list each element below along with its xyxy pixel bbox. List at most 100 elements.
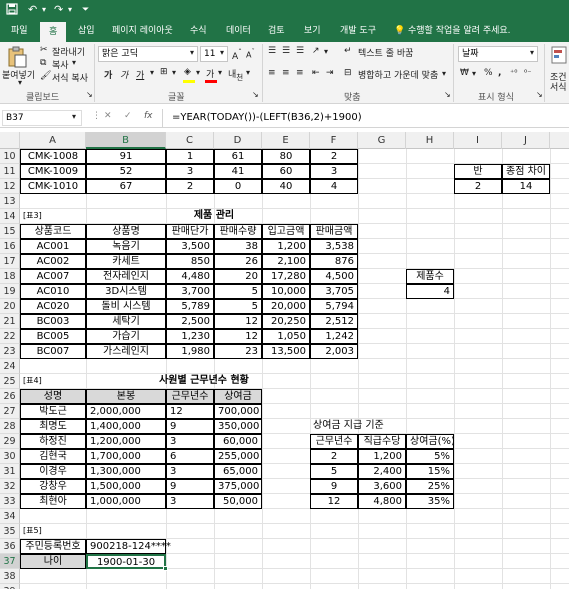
table-cell[interactable]: 1,230 bbox=[166, 329, 214, 344]
column-header-d[interactable]: D bbox=[214, 132, 262, 149]
table-cell[interactable]: 52 bbox=[86, 164, 166, 179]
table-cell[interactable]: 2 bbox=[310, 149, 358, 164]
row-header[interactable]: 25 bbox=[0, 374, 20, 389]
table-header-cell[interactable]: 근무년수 bbox=[166, 389, 214, 404]
row-header[interactable]: 26 bbox=[0, 389, 20, 404]
table-cell[interactable]: 3,700 bbox=[166, 284, 214, 299]
table-cell[interactable]: 20,250 bbox=[262, 314, 310, 329]
number-launcher-icon[interactable]: ↘ bbox=[536, 90, 543, 99]
table-cell[interactable]: 1,400,000 bbox=[86, 419, 166, 434]
table-cell[interactable]: 이경우 bbox=[20, 464, 86, 479]
table-cell[interactable]: 4,800 bbox=[358, 494, 406, 509]
table-cell[interactable]: 1,200 bbox=[262, 239, 310, 254]
save-icon[interactable] bbox=[6, 3, 18, 19]
row-header[interactable]: 10 bbox=[0, 149, 20, 164]
table-cell[interactable]: 12 bbox=[310, 494, 358, 509]
table-cell[interactable]: 9 bbox=[166, 419, 214, 434]
table-header-cell[interactable]: 종점 차이 bbox=[502, 164, 550, 179]
more-options-icon[interactable]: ⋮ bbox=[92, 111, 101, 121]
table-cell[interactable]: 2,003 bbox=[310, 344, 358, 359]
select-all-corner[interactable] bbox=[0, 132, 20, 149]
table-header-cell[interactable]: 성명 bbox=[20, 389, 86, 404]
name-box-dropdown-icon[interactable]: ▾ bbox=[72, 112, 76, 121]
id-value-cell[interactable]: 900218-124**** bbox=[86, 539, 171, 554]
conditional-format-icon[interactable] bbox=[550, 46, 568, 68]
table-cell[interactable]: CMK-1010 bbox=[20, 179, 86, 194]
table-cell[interactable]: 4 bbox=[310, 179, 358, 194]
table-header-cell[interactable]: 상품명 bbox=[86, 224, 166, 239]
table-cell[interactable]: CMK-1008 bbox=[20, 149, 86, 164]
merge-center-button[interactable]: 병합하고 가운데 맞춤 bbox=[358, 68, 438, 81]
table-cell[interactable]: 1,200,000 bbox=[86, 434, 166, 449]
row-header[interactable]: 33 bbox=[0, 494, 20, 509]
table-cell[interactable]: 20,000 bbox=[262, 299, 310, 314]
table-cell[interactable]: AC001 bbox=[20, 239, 86, 254]
name-box[interactable]: B37 bbox=[2, 110, 82, 126]
format-painter-button[interactable]: 서식 복사 bbox=[52, 71, 88, 84]
table-header-cell[interactable]: 판매단가 bbox=[166, 224, 214, 239]
underline-icon[interactable]: 가 bbox=[136, 68, 144, 81]
table-cell[interactable]: 1,200 bbox=[358, 449, 406, 464]
table-label[interactable]: [표4] bbox=[20, 374, 86, 389]
table-cell[interactable]: 60,000 bbox=[214, 434, 262, 449]
table-cell[interactable]: 돌비 시스템 bbox=[86, 299, 166, 314]
table-cell[interactable]: 3 bbox=[166, 434, 214, 449]
insert-function-icon[interactable]: fx bbox=[144, 111, 153, 121]
copy-button[interactable]: 복사 bbox=[52, 58, 69, 71]
worksheet-grid[interactable]: A B C D E F G H I J 10 11 12 13 14 15 16 17 18 19… bbox=[0, 132, 569, 589]
table-title[interactable]: 제품 관리 bbox=[166, 209, 262, 224]
table-cell[interactable]: 가습기 bbox=[86, 329, 166, 344]
column-header-c[interactable]: C bbox=[166, 132, 214, 149]
copy-dropdown-icon[interactable]: ▾ bbox=[72, 58, 76, 67]
row-header[interactable]: 14 bbox=[0, 209, 20, 224]
underline-dropdown-icon[interactable]: ▾ bbox=[150, 68, 154, 77]
table-cell[interactable]: 38 bbox=[214, 239, 262, 254]
column-header-j[interactable]: J bbox=[502, 132, 550, 149]
table-cell[interactable]: 91 bbox=[86, 149, 166, 164]
table-header-cell[interactable]: 근무년수 bbox=[310, 434, 358, 449]
table-cell[interactable]: 1,980 bbox=[166, 344, 214, 359]
table-cell[interactable]: 1,050 bbox=[262, 329, 310, 344]
align-center-icon[interactable]: ≡ bbox=[282, 68, 290, 78]
table-cell[interactable]: AC007 bbox=[20, 269, 86, 284]
row-header[interactable]: 29 bbox=[0, 434, 20, 449]
table-title[interactable]: 상여금 지급 기준 bbox=[310, 419, 406, 434]
table-cell[interactable]: 2 bbox=[454, 179, 502, 194]
row-header[interactable]: 18 bbox=[0, 269, 20, 284]
copy-icon[interactable]: ⧉ bbox=[40, 58, 46, 68]
table-cell[interactable]: 9 bbox=[166, 479, 214, 494]
wrap-text-icon[interactable]: ↵ bbox=[344, 46, 352, 56]
table-header-cell[interactable]: 직급수당 bbox=[358, 434, 406, 449]
table-cell[interactable]: BC007 bbox=[20, 344, 86, 359]
row-header[interactable]: 20 bbox=[0, 299, 20, 314]
orientation-icon[interactable]: ↗ bbox=[312, 46, 320, 56]
row-header[interactable]: 17 bbox=[0, 254, 20, 269]
table-cell[interactable]: AC010 bbox=[20, 284, 86, 299]
column-header-g[interactable]: G bbox=[358, 132, 406, 149]
table-cell[interactable]: 최현아 bbox=[20, 494, 86, 509]
row-header[interactable]: 34 bbox=[0, 509, 20, 524]
number-format-dropdown-icon[interactable]: ▾ bbox=[530, 48, 534, 57]
row-header[interactable]: 19 bbox=[0, 284, 20, 299]
table-cell[interactable]: 강창우 bbox=[20, 479, 86, 494]
table-cell[interactable]: BC005 bbox=[20, 329, 86, 344]
table-cell[interactable]: 김현국 bbox=[20, 449, 86, 464]
selected-cell[interactable]: 1900-01-30 bbox=[86, 554, 166, 569]
tab-page-layout[interactable]: 페이지 레이아웃 bbox=[112, 20, 173, 42]
number-format-select[interactable]: 날짜 bbox=[458, 46, 538, 62]
increase-indent-icon[interactable]: ⇥ bbox=[326, 68, 334, 78]
table-cell[interactable]: 61 bbox=[214, 149, 262, 164]
table-cell[interactable]: 26 bbox=[214, 254, 262, 269]
table-cell[interactable]: CMK-1009 bbox=[20, 164, 86, 179]
table-cell[interactable]: 4,480 bbox=[166, 269, 214, 284]
table-cell[interactable]: 2,000,000 bbox=[86, 404, 166, 419]
table-label[interactable]: [표5] bbox=[20, 524, 86, 539]
table-cell[interactable]: 3,538 bbox=[310, 239, 358, 254]
cut-button[interactable]: 잘라내기 bbox=[52, 45, 85, 58]
row-header[interactable]: 28 bbox=[0, 419, 20, 434]
undo-icon[interactable]: ↶ bbox=[28, 3, 37, 17]
table-cell[interactable]: 전자레인지 bbox=[86, 269, 166, 284]
table-cell[interactable]: AC020 bbox=[20, 299, 86, 314]
table-cell[interactable]: 350,000 bbox=[214, 419, 262, 434]
accounting-dropdown-icon[interactable]: ▾ bbox=[472, 69, 476, 78]
